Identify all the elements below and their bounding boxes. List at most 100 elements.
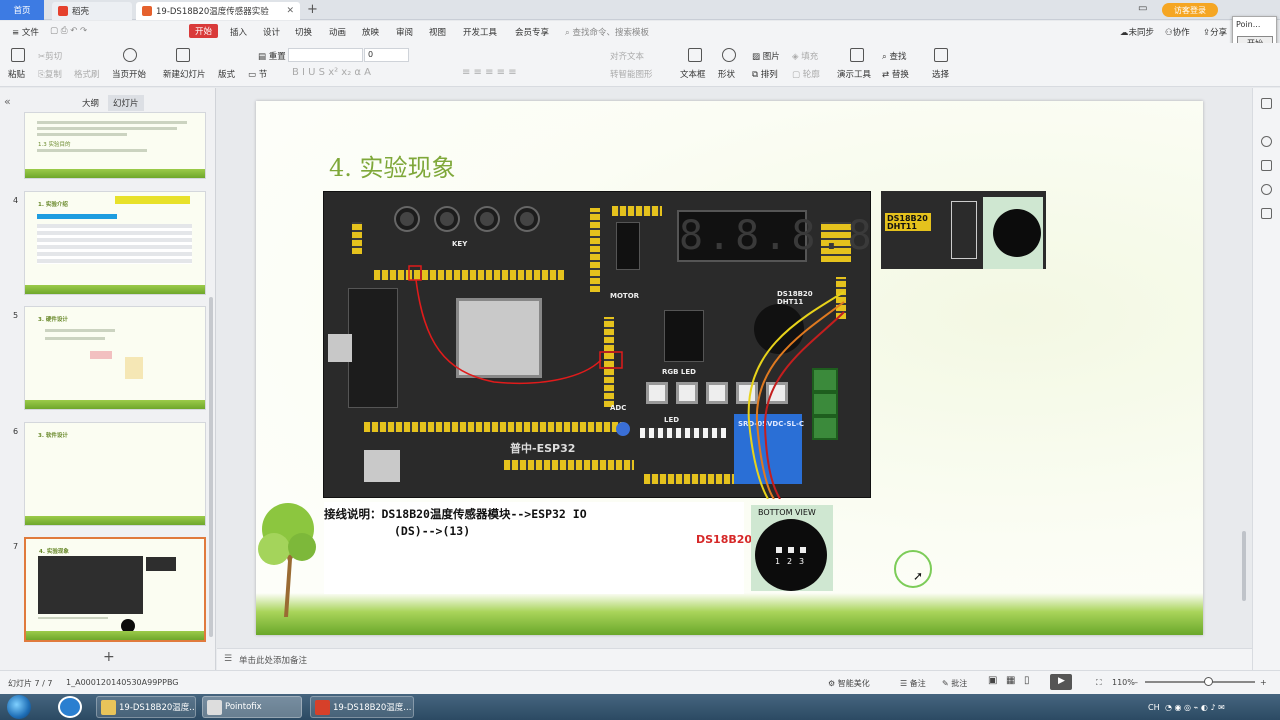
zoom-slider-handle[interactable] (1204, 677, 1213, 686)
thumb-table (37, 224, 192, 264)
paste-button[interactable]: 粘贴 (8, 68, 25, 80)
tab-home[interactable]: 首页 (0, 0, 44, 20)
menu-file[interactable]: ≡ 文件 (12, 26, 39, 38)
layout-button[interactable]: 版式 (218, 68, 235, 80)
wiring-note-box[interactable]: 接线说明：DS18B20温度传感器模块-->ESP32 IO (DS)-->(1… (324, 502, 744, 594)
comments-toggle[interactable]: ✎ 批注 (942, 678, 967, 689)
sorter-view-icon[interactable]: ▦ (1006, 675, 1015, 686)
notes-bar[interactable] (217, 648, 1252, 670)
paragraph-align-icons[interactable]: ≡ ≡ ≡ ≡ ≡ (462, 67, 517, 78)
play-slideshow-button[interactable]: ▶ (1050, 674, 1072, 690)
visitor-login-button[interactable]: 访客登录 (1162, 3, 1218, 17)
browser-icon[interactable] (58, 696, 82, 718)
expand-icon[interactable] (1261, 98, 1272, 109)
fit-icon[interactable]: ⛶ (1096, 678, 1102, 688)
double-chevron-left-icon[interactable]: « (4, 95, 11, 108)
slide-canvas[interactable]: 4. 实验现象 KEY 8.8.8.8 MOTOR DS18B20 DHT11 … (256, 101, 1203, 635)
close-tab-icon[interactable]: ✕ (286, 6, 294, 16)
fill-button[interactable]: ◈ 填充 (792, 50, 818, 62)
slide-thumbnail-7-selected[interactable]: 4. 实验现象 (24, 537, 206, 642)
menu-developer[interactable]: 开发工具 (463, 26, 497, 38)
tab-outline[interactable]: 大纲 (82, 97, 99, 109)
menu-review[interactable]: 审阅 (396, 26, 413, 38)
start-button[interactable] (7, 695, 31, 719)
zoom-slider[interactable] (1145, 681, 1255, 683)
menu-member[interactable]: 会员专享 (515, 26, 549, 38)
copy-button[interactable]: ⎘复制 (38, 68, 62, 80)
tab-daoke[interactable]: 稻壳 (52, 2, 132, 20)
language-indicator[interactable]: CH (1148, 703, 1160, 712)
normal-view-icon[interactable]: ▣ (988, 675, 997, 686)
section-button[interactable]: ▭ 节 (248, 68, 267, 80)
sync-status[interactable]: ☁未同步 (1120, 26, 1154, 38)
add-slide-button[interactable]: + (103, 649, 115, 665)
reset-button[interactable]: ▤ 重置 (258, 50, 286, 62)
shape-button[interactable]: 形状 (718, 68, 735, 80)
tray-icons[interactable]: ◔ ◉ ◎ ⌁ ◐ ♪ ✉ (1165, 703, 1225, 712)
slide-thumbnail-4[interactable]: 1. 实验介绍 (24, 191, 206, 295)
collab-icon: ⚇ (1165, 28, 1173, 38)
slide-thumbnail-3[interactable]: 1.3 实验目的 (24, 112, 206, 179)
textbox-button[interactable]: 文本框 (680, 68, 706, 80)
layers-icon[interactable] (1261, 160, 1272, 171)
slide-thumbnail-6[interactable]: 3. 软件设计 (24, 422, 206, 526)
esp32-board-photo[interactable]: KEY 8.8.8.8 MOTOR DS18B20 DHT11 RGB LED … (323, 191, 872, 499)
picture-button[interactable]: ▨ 图片 (752, 50, 780, 62)
pin-icon[interactable] (1261, 136, 1272, 147)
new-slide-button[interactable]: 新建幻灯片 (163, 68, 206, 80)
font-size-select[interactable]: 0 (364, 48, 409, 62)
notes-toggle[interactable]: ☰ 备注 (900, 678, 926, 689)
replace-label: 替换 (891, 70, 909, 80)
menu-insert[interactable]: 插入 (230, 26, 247, 38)
menu-view[interactable]: 视图 (429, 26, 446, 38)
thumb-title: 4. 实验现象 (39, 549, 69, 555)
taskbar-item-wps[interactable]: 19-DS18B20温度... (310, 696, 414, 718)
ds18b20-bottom-view[interactable]: BOTTOM VIEW 1 2 3 (751, 505, 833, 591)
find-button[interactable]: ⌕ 查找 (882, 50, 906, 62)
presenter-tools-button[interactable]: 演示工具 (837, 68, 871, 80)
text-format-icons[interactable]: B I U S x² x₂ ⍺ A (292, 67, 371, 78)
arrange-button[interactable]: ⧉ 排列 (752, 68, 778, 80)
select-button[interactable]: 选择 (932, 68, 949, 80)
editor-scrollbar[interactable] (1241, 101, 1247, 601)
window-icon[interactable]: ▭ (1138, 3, 1147, 14)
zoom-level[interactable]: 110% (1112, 678, 1135, 687)
taskbar-item-folder[interactable]: 19-DS18B20温度... (96, 696, 196, 718)
cut-button[interactable]: ✂剪切 (38, 50, 62, 62)
slide-panel-scrollbar[interactable] (209, 297, 213, 637)
notes-placeholder[interactable]: 单击此处添加备注 (239, 654, 307, 666)
zoom-in-icon[interactable]: + (1260, 678, 1267, 687)
help-icon[interactable] (1261, 184, 1272, 195)
command-search[interactable]: ⌕ 查找命令、搜索模板 (565, 26, 649, 38)
align-text-button[interactable]: 对齐文本 (610, 50, 644, 62)
reading-view-icon[interactable]: ▯ (1024, 675, 1030, 686)
share-button[interactable]: ⇪分享 (1203, 26, 1227, 38)
menu-transition[interactable]: 切换 (295, 26, 312, 38)
menu-animation[interactable]: 动画 (329, 26, 346, 38)
menu-slideshow[interactable]: 放映 (362, 26, 379, 38)
tab-active-document[interactable]: 19-DS18B20温度传感器实验 ✕ (136, 2, 300, 20)
menu-design[interactable]: 设计 (263, 26, 280, 38)
pin-pad (776, 547, 782, 553)
play-from-current-button[interactable]: 当页开始 (112, 68, 146, 80)
beautify-label: 智能美化 (837, 679, 870, 688)
taskbar-item-label: 19-DS18B20温度... (333, 703, 412, 713)
menu-start[interactable]: 开始 (189, 24, 219, 38)
beautify-button[interactable]: ⚙ 智能美化 (828, 678, 870, 689)
convert-smartart-button[interactable]: 转智能图形 (610, 68, 653, 80)
tab-slides[interactable]: 幻灯片 (108, 95, 144, 111)
format-painter-button[interactable]: 格式刷 (74, 68, 100, 80)
slide-position: 幻灯片 7 / 7 (8, 679, 53, 688)
slide-thumbnail-5[interactable]: 3. 硬件设计 (24, 306, 206, 410)
zoom-out-icon[interactable]: – (1134, 678, 1138, 687)
taskbar-item-pointofix[interactable]: Pointofix (202, 696, 302, 718)
slide-title[interactable]: 4. 实验现象 (329, 148, 456, 183)
scroll-thumb[interactable] (1242, 531, 1246, 601)
outline-button[interactable]: ▢ 轮廓 (792, 68, 820, 80)
collab-button[interactable]: ⚇协作 (1165, 26, 1190, 38)
replace-button[interactable]: ⇄ 替换 (882, 68, 909, 80)
new-tab-button[interactable]: + (307, 2, 318, 17)
font-name-select[interactable] (288, 48, 363, 62)
settings-icon[interactable] (1261, 208, 1272, 219)
quick-access-icons[interactable]: ▢ ⎙ ↶ ↷ (50, 26, 87, 36)
